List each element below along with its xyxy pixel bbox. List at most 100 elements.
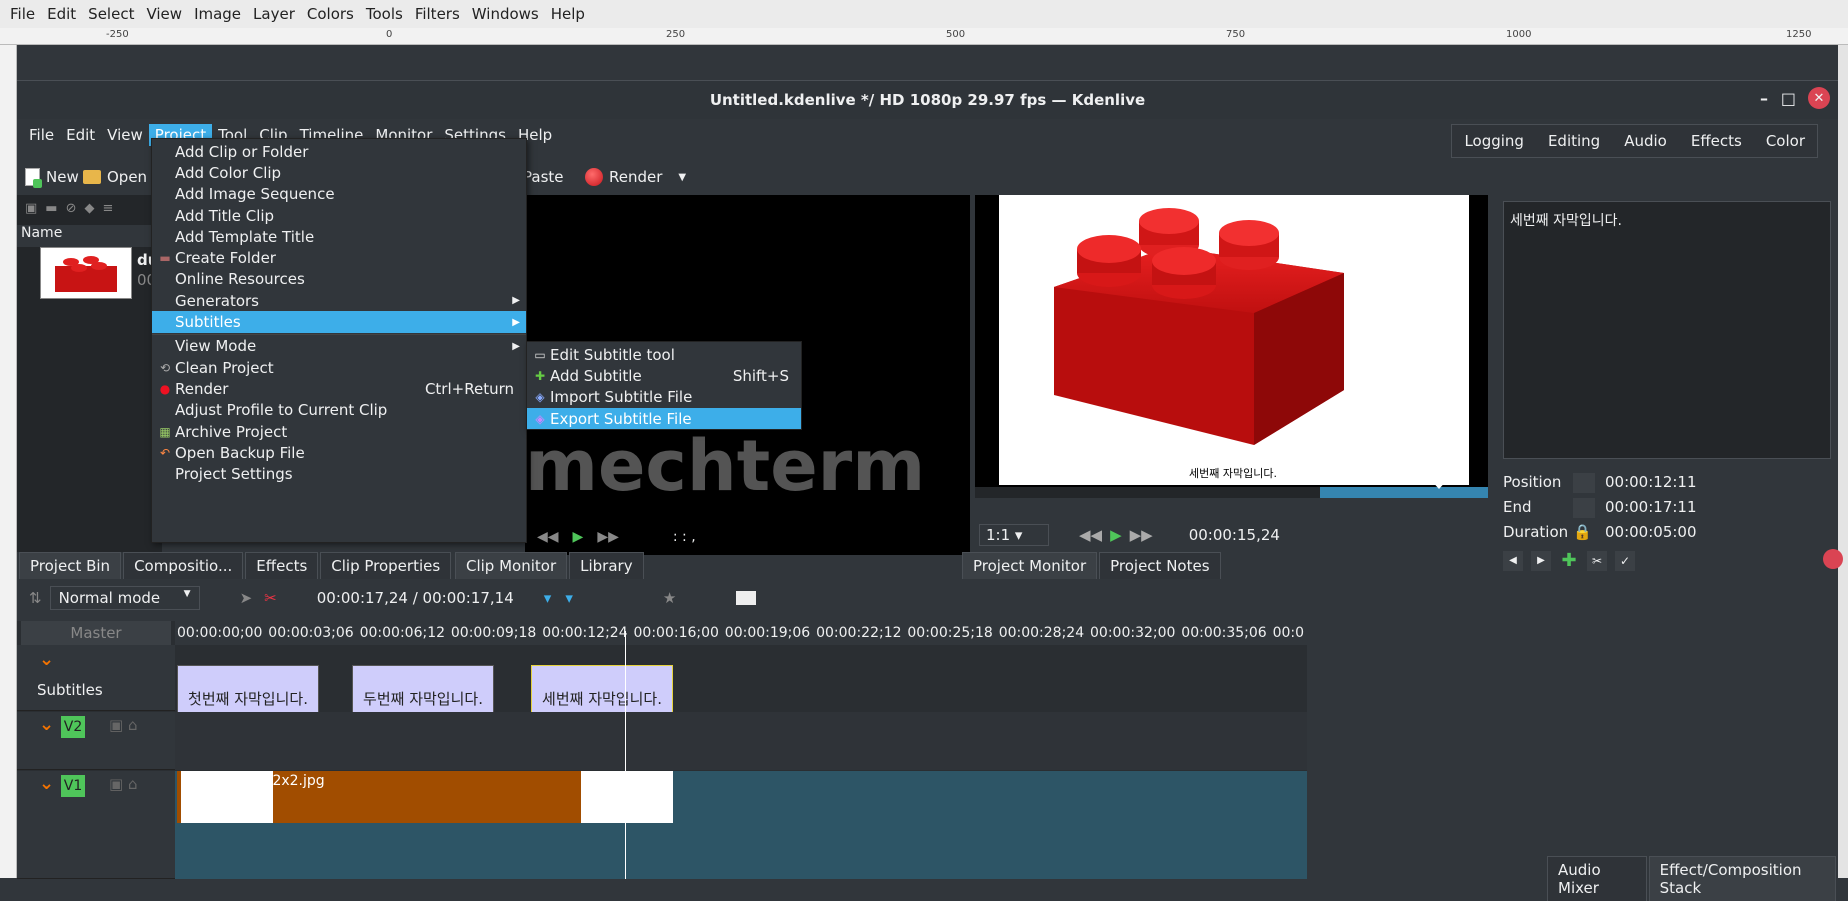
menu-item-clean-project[interactable]: ⟲ Clean Project <box>152 357 526 378</box>
layout-audio[interactable]: Audio <box>1612 132 1679 150</box>
play-icon[interactable]: ▶ <box>1110 526 1122 544</box>
timeline-ruler[interactable]: 00:00:00;00 00:00:03;06 00:00:06;12 00:00:0… <box>175 621 1307 645</box>
gimp-menu-windows[interactable]: Windows <box>466 5 545 23</box>
add-clip-icon[interactable]: ▣ <box>25 201 37 216</box>
tag-icon[interactable]: ◆ <box>85 201 95 216</box>
project-monitor[interactable]: 세번째 자막입니다. <box>975 195 1488 498</box>
tab-effect-composition-stack[interactable]: Effect/Composition Stack <box>1648 856 1836 901</box>
subtitle-text-field[interactable]: 세번째 자막입니다. <box>1503 201 1831 459</box>
edit-mode-select[interactable]: Normal mode ▼ <box>49 586 200 610</box>
gimp-scrollbar[interactable] <box>1838 45 1848 878</box>
menu-item-add-clip-or-folder[interactable]: Add Clip or Folder <box>152 141 526 162</box>
paste-button[interactable]: Paste <box>523 168 564 186</box>
v2-badge[interactable]: V2 <box>61 716 85 738</box>
next-icon[interactable]: ▶ <box>1531 551 1551 571</box>
gimp-menu-view[interactable]: View <box>140 5 188 23</box>
menu-item-add-color-clip[interactable]: Add Color Clip <box>152 162 526 183</box>
layout-color[interactable]: Color <box>1754 132 1817 150</box>
delete-icon[interactable] <box>1823 549 1843 569</box>
cut-icon[interactable]: ✂ <box>1587 551 1607 571</box>
clip-monitor-timecode[interactable]: : : , <box>673 529 696 545</box>
add-icon[interactable]: ✚ <box>1559 551 1579 571</box>
layout-logging[interactable]: Logging <box>1452 132 1536 150</box>
lock-icon[interactable]: 🔒 <box>1573 523 1595 541</box>
menu-item-add-template-title[interactable]: Add Template Title <box>152 226 526 247</box>
zoom-select[interactable]: 1:1 ▾ <box>979 524 1049 546</box>
duration-value[interactable]: 00:00:05:00 <box>1605 523 1697 541</box>
menu-icon[interactable]: ≡ <box>103 201 114 216</box>
tab-clip-properties[interactable]: Clip Properties <box>320 552 452 579</box>
chevron-down-icon[interactable]: ▼ <box>678 172 686 183</box>
folder-icon[interactable]: ▬ <box>45 201 57 216</box>
layout-effects[interactable]: Effects <box>1679 132 1754 150</box>
insert-icon[interactable]: ▾ <box>544 589 552 607</box>
timeline-timecode[interactable]: 00:00:17,24 / 00:00:17,14 <box>317 589 514 607</box>
render-button[interactable]: Render ▼ <box>585 168 686 186</box>
collapse-icon[interactable]: ⌄ <box>39 714 54 735</box>
tab-compositio-[interactable]: Compositio... <box>123 552 244 579</box>
gimp-menu-tools[interactable]: Tools <box>360 5 409 23</box>
set-end-icon[interactable] <box>1573 498 1595 518</box>
collapse-icon[interactable]: ⌄ <box>39 773 54 794</box>
project-monitor-timecode[interactable]: 00:00:15,24 <box>1189 526 1280 544</box>
lock-icon[interactable]: ▣ ⌂ <box>109 716 137 734</box>
new-button[interactable]: New <box>25 168 79 188</box>
rewind-icon[interactable]: ◀◀ <box>1079 526 1102 544</box>
maximize-icon[interactable]: □ <box>1781 89 1796 108</box>
rewind-icon[interactable]: ◀◀ <box>537 529 559 545</box>
tab-effects[interactable]: Effects <box>245 552 319 579</box>
tab-audio-mixer[interactable]: Audio Mixer <box>1547 856 1647 901</box>
gimp-menu-filters[interactable]: Filters <box>409 5 466 23</box>
bin-clip-thumbnail[interactable] <box>40 247 132 299</box>
tab-clip-monitor[interactable]: Clip Monitor <box>455 552 568 579</box>
menu-item-view-mode[interactable]: View Mode ▶ <box>152 336 526 357</box>
menu-item-export-subtitle-file[interactable]: ◈ Export Subtitle File <box>527 407 801 430</box>
menu-edit[interactable]: Edit <box>60 124 101 146</box>
gimp-menu-select[interactable]: Select <box>82 5 140 23</box>
close-icon[interactable]: ✕ <box>1808 87 1830 109</box>
disable-icon[interactable]: ⊘ <box>66 201 77 216</box>
menu-file[interactable]: File <box>23 124 60 146</box>
previous-icon[interactable]: ◀ <box>1503 551 1523 571</box>
select-tool-icon[interactable]: ➤ <box>240 589 253 607</box>
menu-item-project-settings[interactable]: Project Settings <box>152 463 526 484</box>
menu-item-edit-subtitle-tool[interactable]: ▭ Edit Subtitle tool <box>527 344 801 365</box>
image-clip[interactable]: duplo_basic_2x2.jpg <box>177 771 673 823</box>
menu-item-open-backup-file[interactable]: ↶ Open Backup File <box>152 442 526 463</box>
tab-project-monitor[interactable]: Project Monitor <box>962 552 1098 579</box>
gimp-menu-image[interactable]: Image <box>188 5 247 23</box>
tab-project-bin[interactable]: Project Bin <box>19 552 122 579</box>
master-button[interactable]: Master <box>21 621 171 645</box>
monitor-ruler[interactable] <box>975 479 1488 498</box>
star-icon[interactable]: ★ <box>663 589 676 607</box>
overwrite-icon[interactable]: ▾ <box>565 589 573 607</box>
collapse-icon[interactable]: ⌄ <box>39 649 54 670</box>
playhead-line[interactable] <box>625 631 626 879</box>
menu-item-render[interactable]: ● Render Ctrl+Return <box>152 378 526 399</box>
menu-item-import-subtitle-file[interactable]: ◈ Import Subtitle File <box>527 387 801 408</box>
timeline[interactable]: Master 00:00:00;00 00:00:03;06 00:00:06;12… <box>17 621 1307 879</box>
menu-item-add-subtitle[interactable]: ✚ Add Subtitle Shift+S <box>527 365 801 386</box>
menu-item-online-resources[interactable]: Online Resources <box>152 269 526 290</box>
position-value[interactable]: 00:00:12:11 <box>1605 473 1697 493</box>
gimp-menu-file[interactable]: File <box>4 5 41 23</box>
gimp-menu-help[interactable]: Help <box>545 5 591 23</box>
check-icon[interactable]: ✓ <box>1615 551 1635 571</box>
forward-icon[interactable]: ▶▶ <box>1130 526 1153 544</box>
playhead-marker[interactable] <box>1430 479 1448 489</box>
set-position-icon[interactable] <box>1573 473 1595 493</box>
gimp-menu-edit[interactable]: Edit <box>41 5 82 23</box>
razor-icon[interactable]: ✂ <box>264 589 277 607</box>
menu-item-archive-project[interactable]: ▦ Archive Project <box>152 421 526 442</box>
open-button[interactable]: Open <box>83 168 147 186</box>
tab-project-notes[interactable]: Project Notes <box>1099 552 1221 579</box>
gimp-menu-layer[interactable]: Layer <box>247 5 301 23</box>
gimp-menu-colors[interactable]: Colors <box>301 5 360 23</box>
menu-item-create-folder[interactable]: ▬ Create Folder <box>152 247 526 268</box>
play-icon[interactable]: ▶ <box>573 529 584 545</box>
tab-library[interactable]: Library <box>569 552 644 579</box>
menu-item-add-title-clip[interactable]: Add Title Clip <box>152 205 526 226</box>
menu-item-add-image-sequence[interactable]: Add Image Sequence <box>152 184 526 205</box>
v1-badge[interactable]: V1 <box>61 775 85 797</box>
forward-icon[interactable]: ▶▶ <box>597 529 619 545</box>
